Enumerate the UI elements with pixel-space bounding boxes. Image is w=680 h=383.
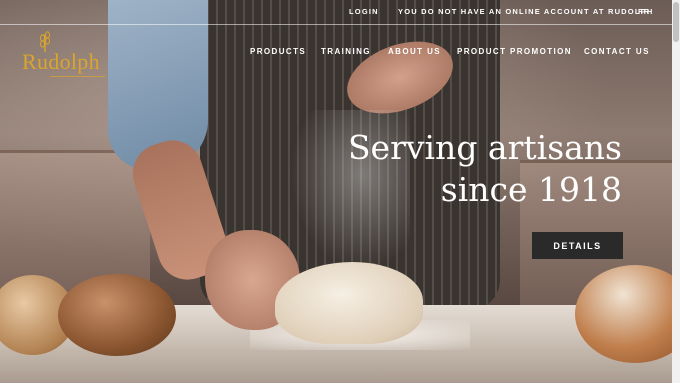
hero-headline: Serving artisans since 1918 [282,127,622,211]
nav-product-promotion[interactable]: PRODUCT PROMOTION [457,47,572,56]
details-button[interactable]: DETAILS [532,232,623,259]
nav-about-us[interactable]: ABOUT US [388,47,441,56]
login-link[interactable]: LOGIN [349,7,379,16]
nav-products[interactable]: PRODUCTS [250,47,306,56]
headline-line-2: since 1918 [440,170,622,209]
logo-underline [50,76,105,77]
account-notice-link[interactable]: YOU DO NOT HAVE AN ONLINE ACCOUNT AT RUD… [398,7,653,16]
language-switch[interactable]: FR [638,7,650,16]
bread-loaf [58,274,176,356]
nav-training[interactable]: TRAINING [321,47,371,56]
scrollbar-thumb[interactable] [673,2,679,42]
top-bar: LOGIN YOU DO NOT HAVE AN ONLINE ACCOUNT … [0,0,672,25]
dough-ball [275,262,423,344]
nav-contact-us[interactable]: CONTACT US [584,47,650,56]
logo-text: Rudolph [22,49,100,74]
scrollbar[interactable] [672,0,680,383]
logo[interactable]: Rudolph [22,30,117,82]
headline-line-1: Serving artisans [347,128,622,167]
